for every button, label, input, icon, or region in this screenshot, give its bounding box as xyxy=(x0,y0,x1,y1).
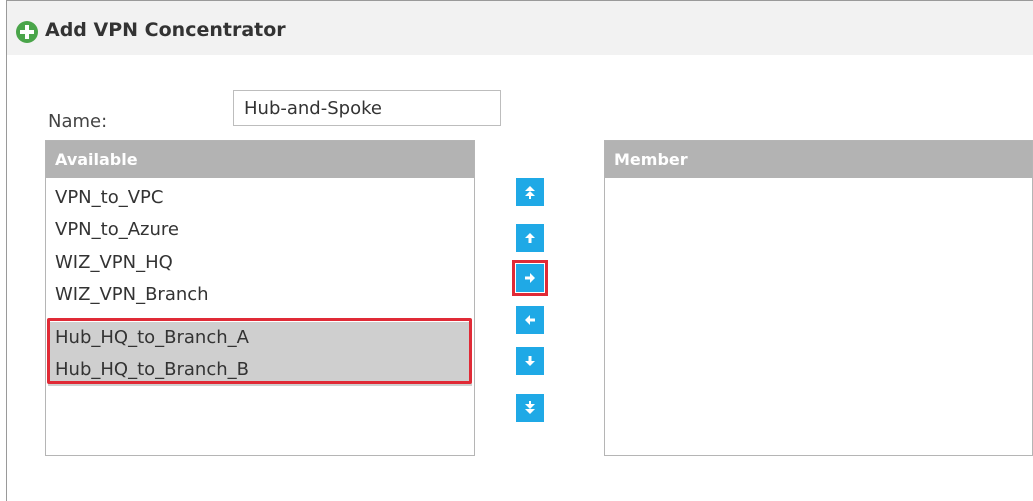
name-label: Name: xyxy=(48,111,108,132)
move-down-button[interactable] xyxy=(516,347,544,375)
double-arrow-up-icon xyxy=(525,186,535,199)
available-item-vpn-to-vpc[interactable]: VPN_to_VPC xyxy=(48,182,472,214)
double-arrow-down-icon xyxy=(525,401,535,414)
available-item-wiz-vpn-hq[interactable]: WIZ_VPN_HQ xyxy=(48,247,472,279)
member-list-header: Member xyxy=(605,141,1032,178)
name-input[interactable] xyxy=(233,90,501,126)
arrow-left-icon xyxy=(525,315,535,325)
available-list[interactable]: Available VPN_to_VPC VPN_to_Azure WIZ_VP… xyxy=(45,140,475,456)
add-to-member-button[interactable] xyxy=(512,260,548,296)
available-list-header: Available xyxy=(46,141,474,178)
available-item-hub-hq-to-branch-a[interactable]: Hub_HQ_to_Branch_A xyxy=(48,322,472,354)
arrow-down-icon xyxy=(525,356,535,366)
member-list[interactable]: Member xyxy=(604,140,1033,456)
move-top-button[interactable] xyxy=(516,178,544,206)
arrow-up-icon xyxy=(525,233,535,243)
move-up-button[interactable] xyxy=(516,224,544,252)
move-bottom-button[interactable] xyxy=(516,394,544,422)
add-circle-icon xyxy=(16,21,38,43)
remove-from-member-button[interactable] xyxy=(516,306,544,334)
dialog-title: Add VPN Concentrator xyxy=(45,19,286,41)
available-item-vpn-to-azure[interactable]: VPN_to_Azure xyxy=(48,214,472,246)
available-item-wiz-vpn-branch[interactable]: WIZ_VPN_Branch xyxy=(48,279,472,311)
dialog-title-bar: Add VPN Concentrator xyxy=(7,1,1033,55)
available-item-hub-hq-to-branch-b[interactable]: Hub_HQ_to_Branch_B xyxy=(48,354,472,386)
arrow-right-icon xyxy=(525,273,535,283)
